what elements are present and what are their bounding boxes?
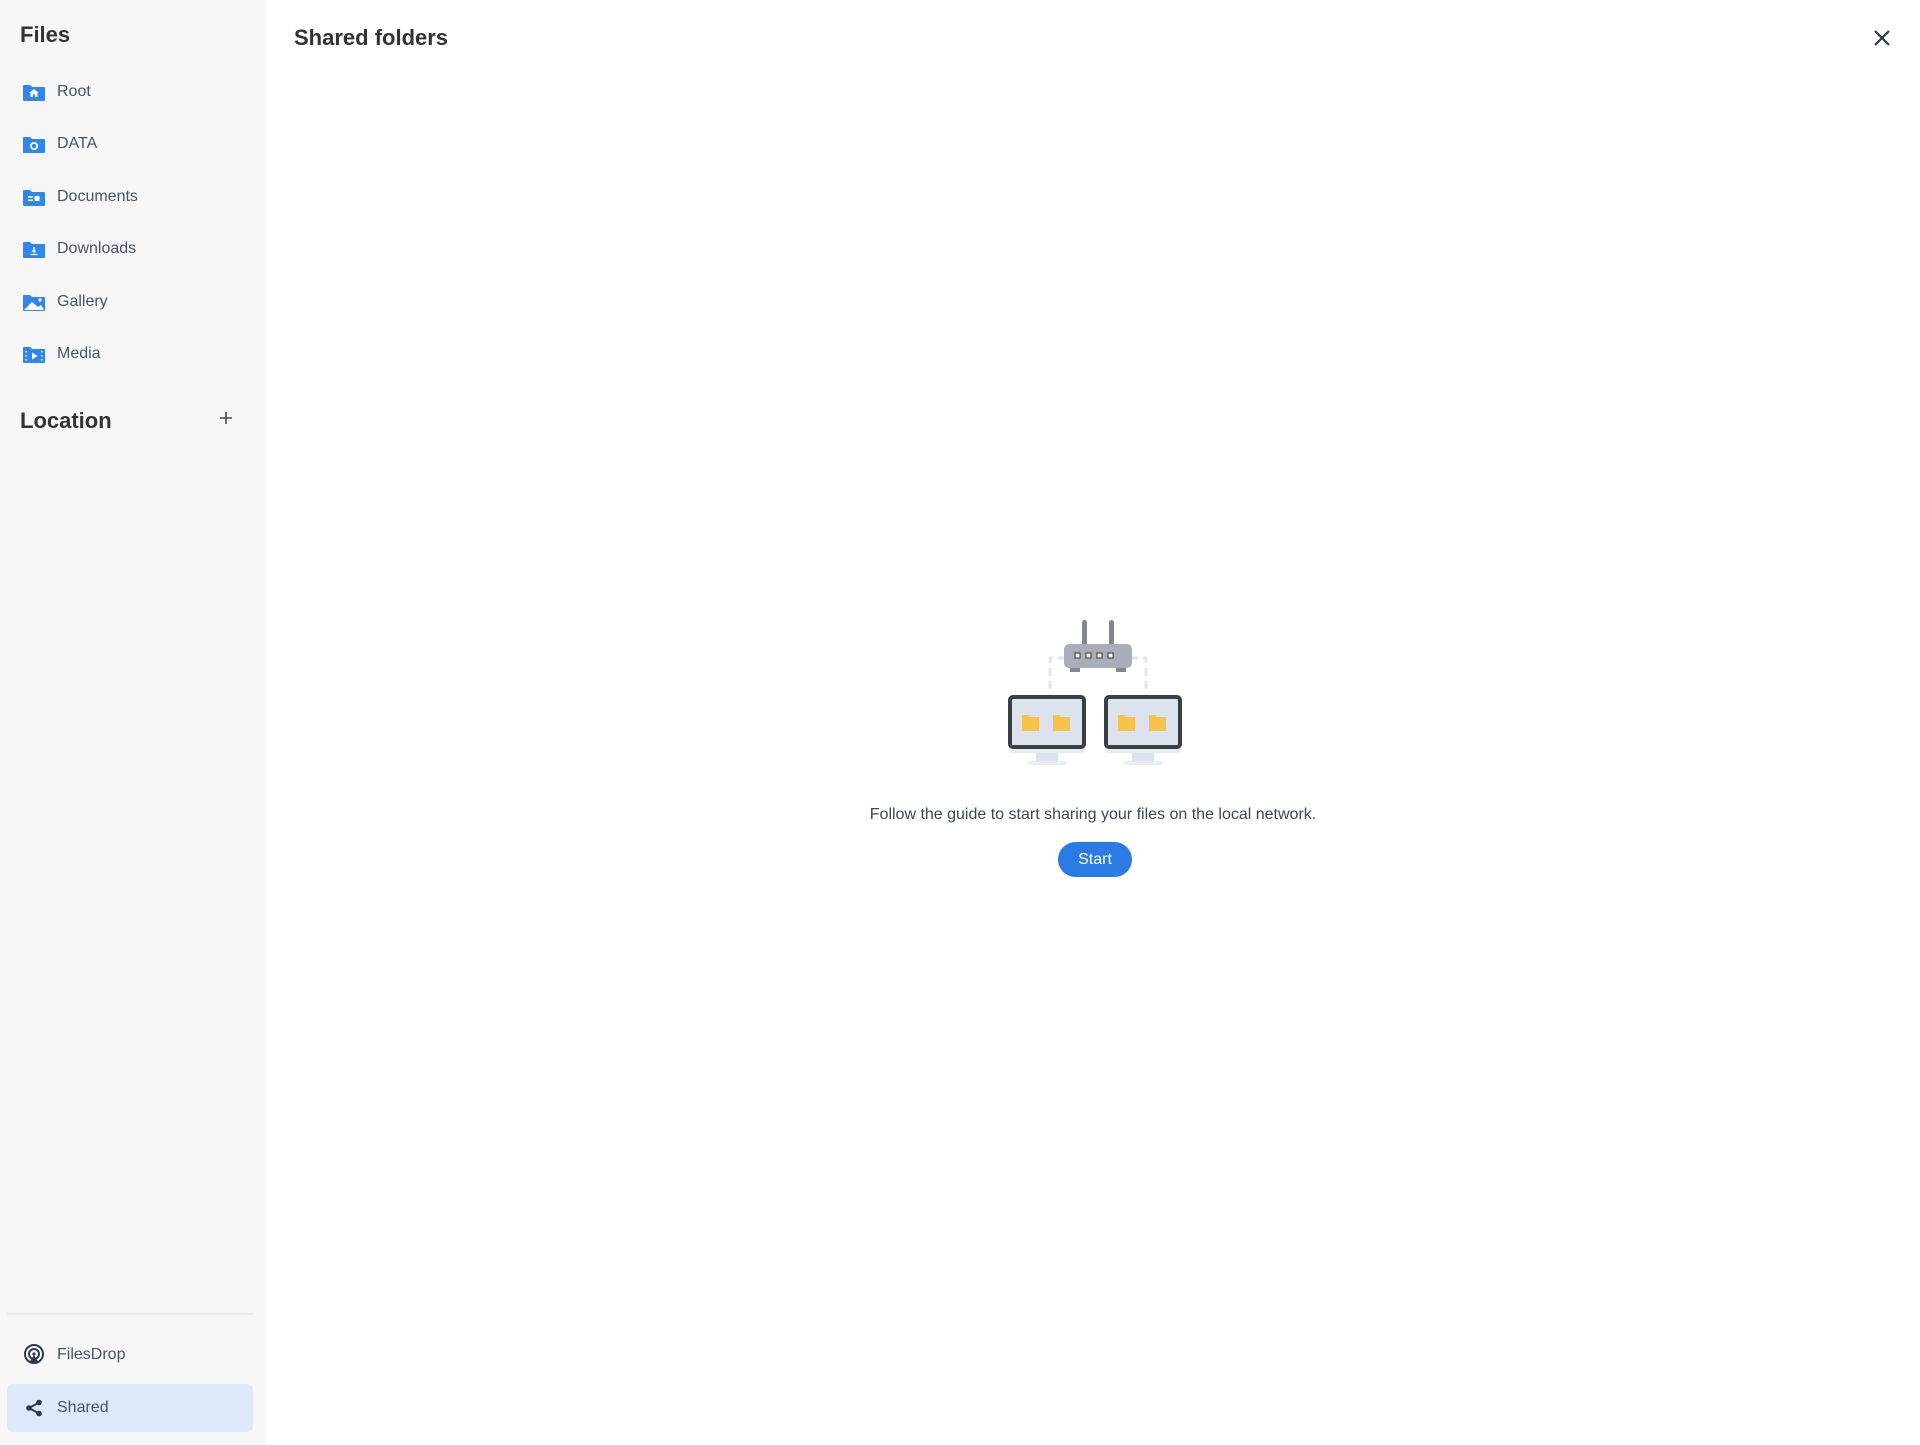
sidebar-item-label: DATA [57,135,98,152]
sidebar-title: Files [20,22,71,47]
sidebar-item-root[interactable]: Root [7,69,253,115]
sidebar-item-label: Downloads [57,240,137,257]
sidebar-item-media[interactable]: Media [7,331,253,377]
sidebar-item-label: Media [57,345,101,362]
folder-documents-icon [23,188,45,206]
folder-image-icon [23,293,45,311]
location-section-title: Location [20,408,112,433]
close-icon [1873,29,1891,52]
folder-box-icon [23,135,45,153]
guide-text: Follow the guide to start sharing your f… [869,806,1317,823]
share-icon [23,1399,45,1417]
sidebar-item-gallery[interactable]: Gallery [7,279,253,325]
sidebar-item-label: Shared [57,1399,109,1416]
network-sharing-illustration [1008,618,1184,768]
folder-home-icon [23,83,45,101]
sidebar-item-downloads[interactable]: Downloads [7,226,253,272]
sidebar-item-label: FilesDrop [57,1346,126,1363]
airdrop-icon [23,1344,45,1364]
sidebar-item-data[interactable]: DATA [7,121,253,167]
sidebar: Files Root DATA Documents Downloads Gall… [0,0,266,1445]
sidebar-item-label: Documents [57,188,138,205]
sidebar-item-shared[interactable]: Shared [7,1384,253,1432]
folder-download-icon [23,240,45,258]
sidebar-item-label: Gallery [57,293,108,310]
sidebar-item-filesdrop[interactable]: FilesDrop [7,1332,253,1378]
plus-icon [219,411,233,430]
sidebar-divider [7,1313,253,1315]
page-title: Shared folders [294,25,449,50]
close-button[interactable] [1868,26,1896,54]
start-button[interactable]: Start [1058,842,1132,877]
sidebar-item-documents[interactable]: Documents [7,174,253,220]
sidebar-item-label: Root [57,83,91,100]
folder-video-icon [23,345,45,363]
add-location-button[interactable] [214,408,238,432]
